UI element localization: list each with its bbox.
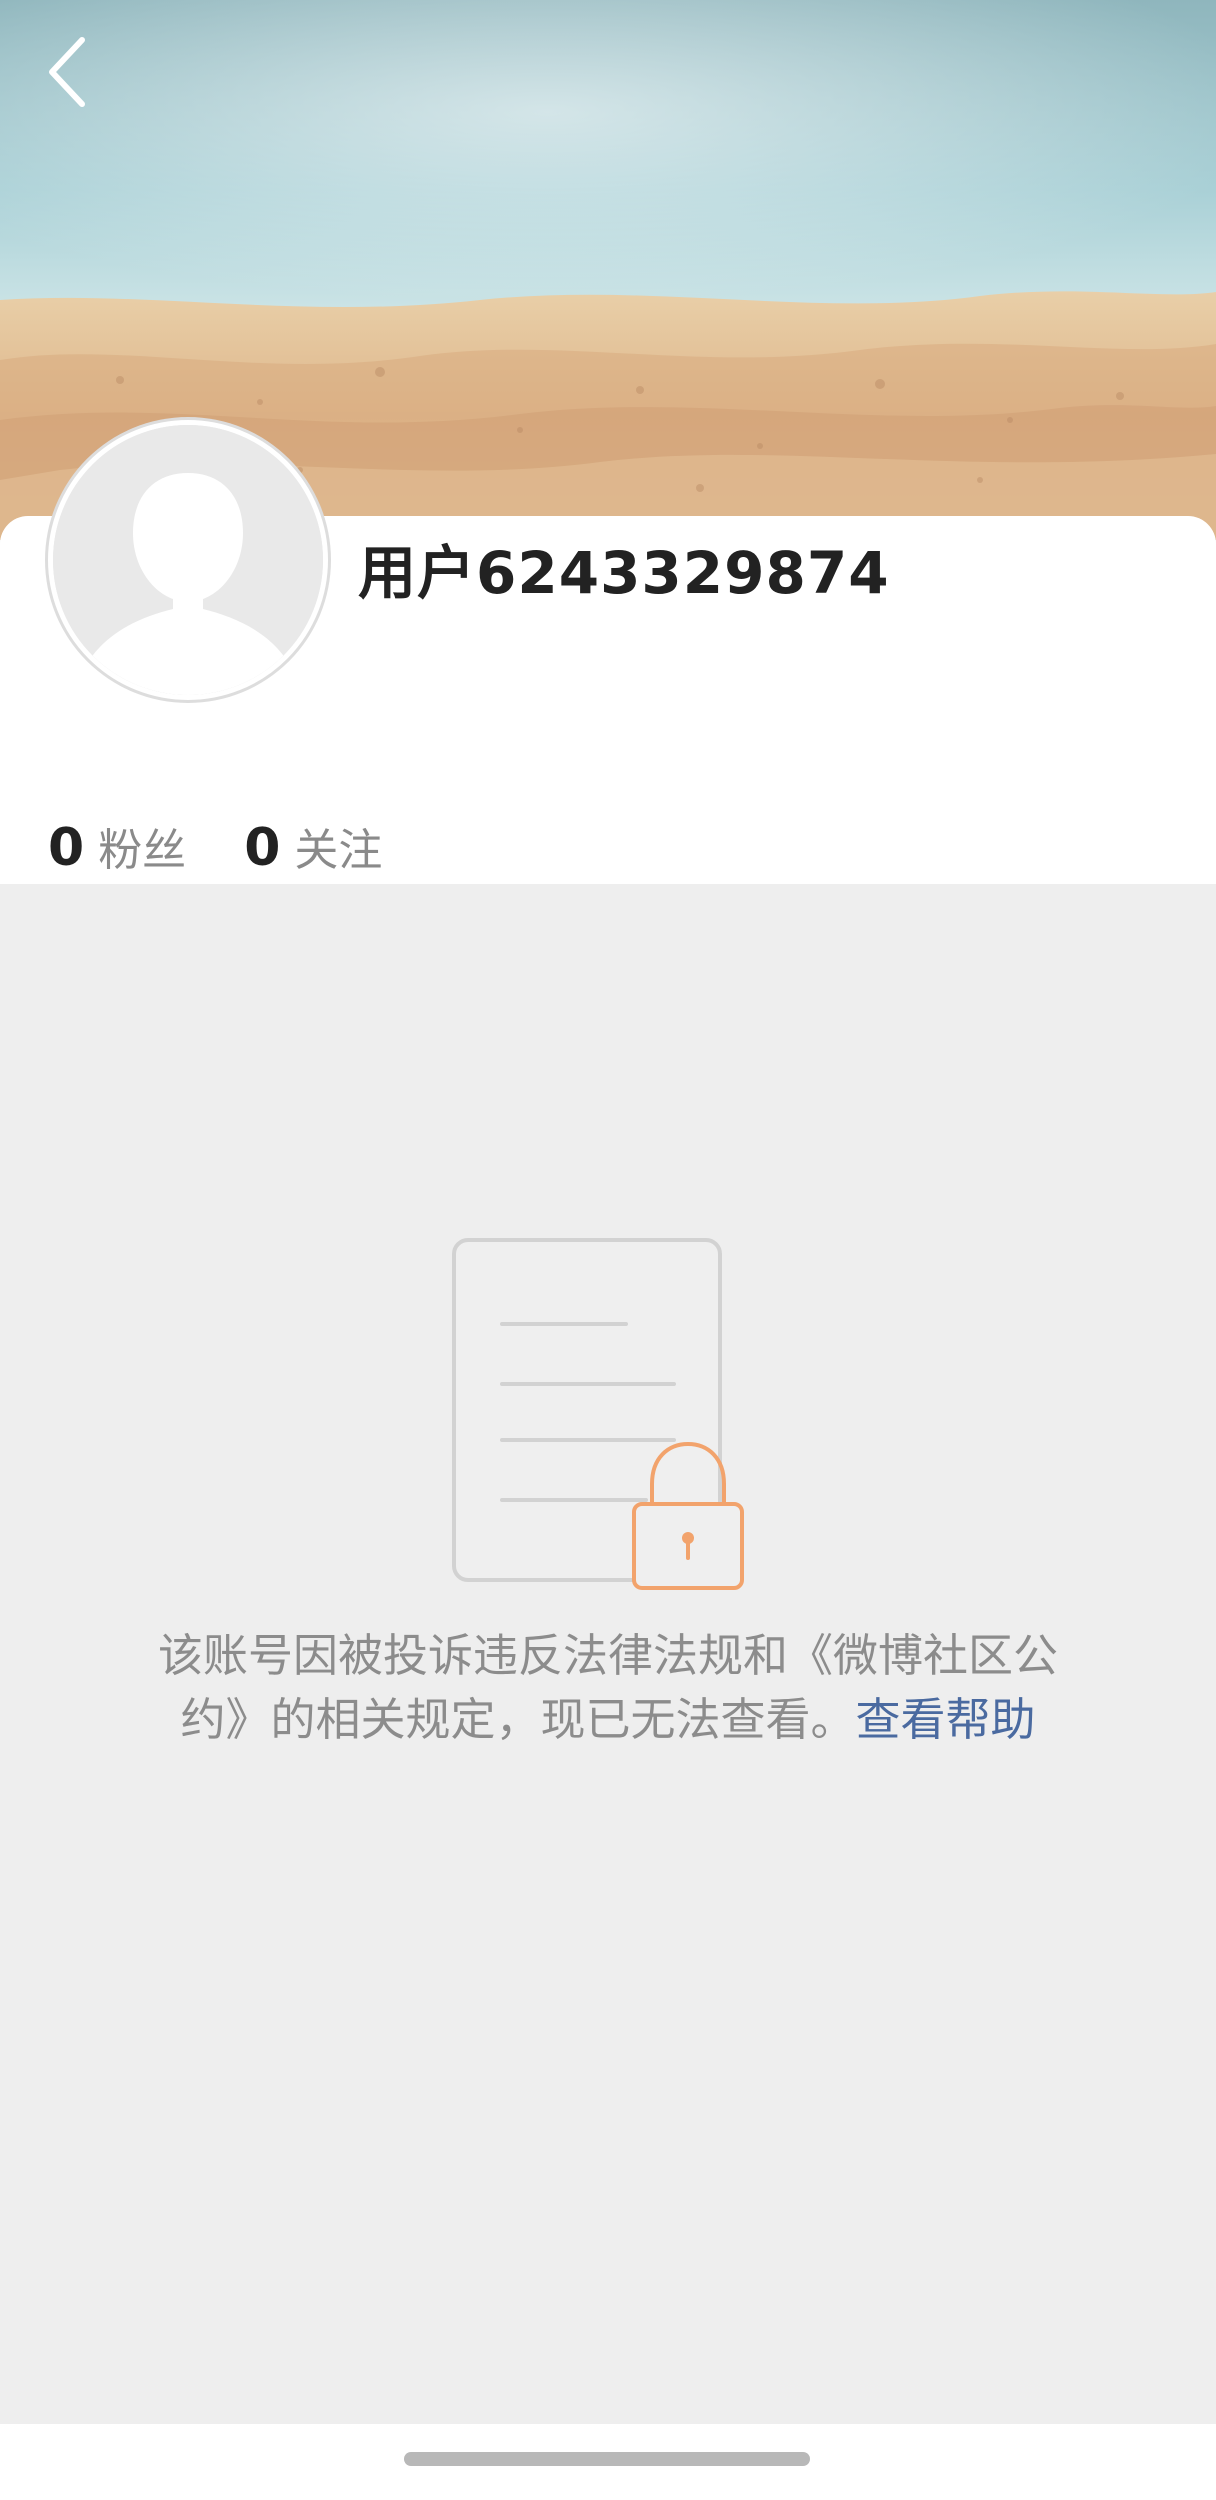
- following-label: 关注: [294, 825, 383, 876]
- username: 用户6243329874: [358, 539, 890, 607]
- following-stat[interactable]: 0 关注: [244, 814, 382, 878]
- view-help-link[interactable]: 查看帮助: [856, 1693, 1036, 1746]
- chevron-left-icon: [49, 37, 85, 107]
- locked-document-icon: [446, 1232, 786, 1600]
- blocked-account-message: 该账号因被投诉违反法律法规和《微博社区公约》的相关规定，现已无法查看。查看帮助: [140, 1624, 1076, 1752]
- followers-label: 粉丝: [98, 825, 187, 876]
- default-avatar-icon: [53, 425, 323, 695]
- following-count: 0: [244, 818, 281, 878]
- avatar[interactable]: [48, 420, 328, 700]
- followers-count: 0: [48, 818, 85, 878]
- profile-stats: 0 粉丝 0 关注: [48, 814, 440, 878]
- home-indicator[interactable]: [404, 2452, 810, 2466]
- followers-stat[interactable]: 0 粉丝: [48, 814, 186, 878]
- back-button[interactable]: [36, 30, 108, 114]
- profile-page: 用户6243329874 0 粉丝 0 关注 该账号因被投诉违反法律法规和《微博…: [0, 0, 1216, 2500]
